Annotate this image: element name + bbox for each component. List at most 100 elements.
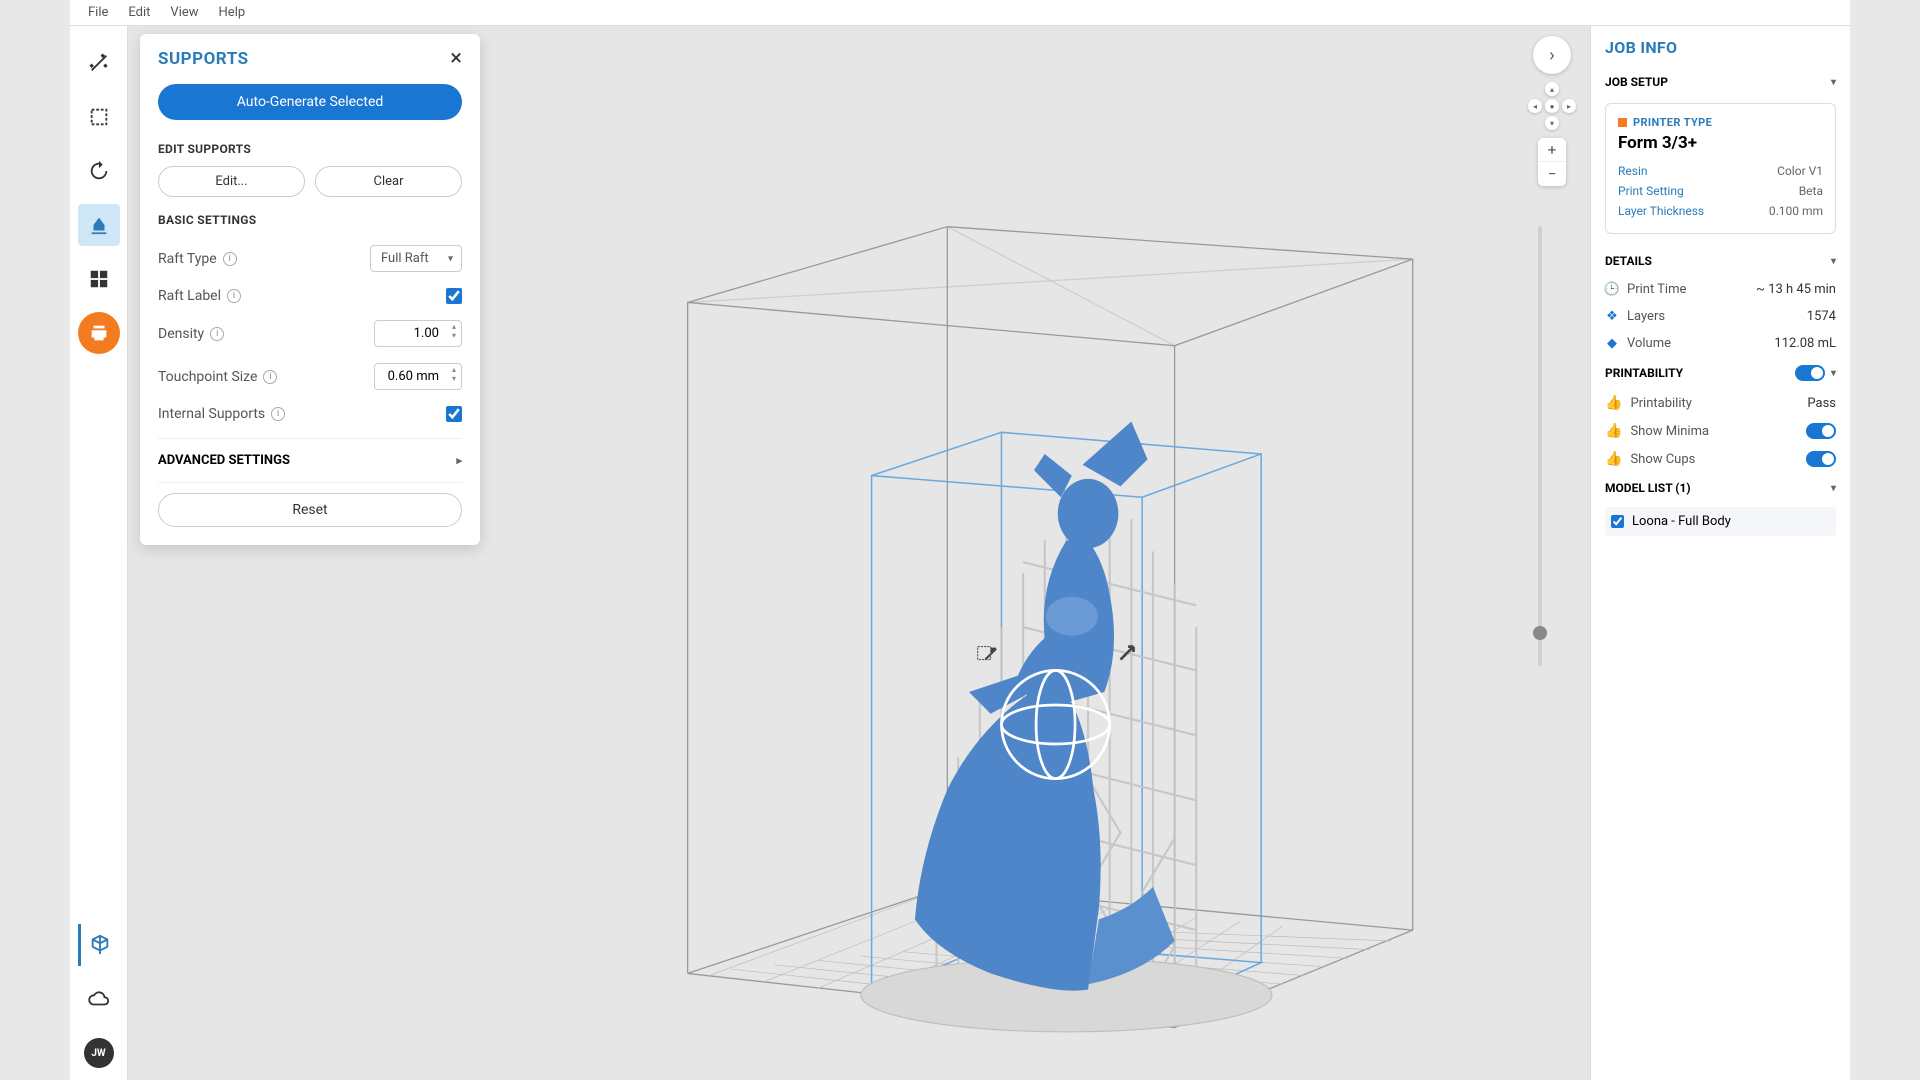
orient-icon[interactable] [78,150,120,192]
clock-icon: 🕒 [1605,283,1619,297]
printability-section[interactable]: PRINTABILITY ▾ [1605,357,1836,389]
left-toolbar: JW [70,26,128,1080]
model-visibility-checkbox[interactable] [1611,515,1624,528]
panel-title: SUPPORTS [158,49,249,69]
user-avatar[interactable]: JW [78,1032,120,1074]
job-setup-section[interactable]: JOB SETUP ▾ [1605,67,1836,97]
orbit-down[interactable]: ▾ [1545,116,1559,130]
info-icon[interactable]: i [271,407,285,421]
resin-value: Color V1 [1777,164,1823,178]
thumbs-up-icon: 👍 [1605,451,1622,467]
edit-button[interactable]: Edit... [158,166,305,197]
cloud-icon[interactable] [78,978,120,1020]
close-icon[interactable]: × [450,48,462,70]
orbit-left[interactable]: ◂ [1528,99,1542,113]
reset-button[interactable]: Reset [158,493,462,527]
volume-icon: ◆ [1605,337,1619,351]
print-icon[interactable] [78,312,120,354]
printability-heading: PRINTABILITY [1605,366,1683,380]
print-setting-value: Beta [1799,184,1823,198]
printability-value: Pass [1807,396,1836,411]
layout-icon[interactable] [78,258,120,300]
print-setting-label: Print Setting [1618,184,1684,198]
internal-supports-checkbox[interactable] [446,406,462,422]
printer-icon [1618,118,1627,127]
density-label: Density [158,326,204,342]
chevron-down-icon: ▾ [1831,77,1836,88]
show-cups-toggle[interactable] [1806,451,1836,467]
menu-edit[interactable]: Edit [118,1,160,24]
chevron-down-icon: ▾ [1831,483,1836,494]
printability-toggle[interactable] [1795,365,1825,381]
layer-slider-thumb[interactable] [1533,626,1547,640]
show-cups-label: Show Cups [1630,452,1695,467]
printability-label: Printability [1630,396,1691,411]
clear-button[interactable]: Clear [315,166,462,197]
layer-thickness-label: Layer Thickness [1618,204,1704,218]
magic-wand-icon[interactable] [78,42,120,84]
info-icon[interactable]: i [227,289,241,303]
chevron-down-icon: ▾ [1831,256,1836,267]
menu-help[interactable]: Help [209,1,256,24]
build-volume-scene [428,86,1510,1060]
edit-supports-heading: EDIT SUPPORTS [158,142,462,156]
volume-value: 112.08 mL [1774,336,1836,351]
print-time-label: Print Time [1627,282,1686,297]
layers-value: 1574 [1807,309,1836,324]
supports-icon[interactable] [78,204,120,246]
menu-view[interactable]: View [160,1,208,24]
thumbs-up-icon: 👍 [1605,395,1622,411]
orbit-dpad: ▴ ▾ ◂ ▸ ● [1528,82,1576,130]
job-setup-label: JOB SETUP [1605,75,1668,89]
model-list-label: MODEL LIST (1) [1605,481,1691,495]
raft-label-label: Raft Label [158,288,221,304]
collapse-panel-button[interactable]: › [1533,36,1571,74]
show-minima-label: Show Minima [1630,424,1709,439]
auto-generate-button[interactable]: Auto-Generate Selected [158,84,462,120]
touchpoint-label: Touchpoint Size [158,369,257,385]
model-name: Loona - Full Body [1632,514,1731,529]
zoom-control: + − [1538,138,1566,186]
view-3d-icon[interactable] [78,924,120,966]
resin-label: Resin [1618,164,1648,178]
info-icon[interactable]: i [223,252,237,266]
layers-label: Layers [1627,309,1665,324]
menubar: File Edit View Help [70,0,1850,26]
raft-label-checkbox[interactable] [446,288,462,304]
zoom-out-button[interactable]: − [1538,162,1566,186]
advanced-settings-label: ADVANCED SETTINGS [158,453,290,468]
details-label: DETAILS [1605,254,1652,268]
orbit-right[interactable]: ▸ [1562,99,1576,113]
job-info-title: JOB INFO [1605,38,1836,57]
printer-card[interactable]: PRINTER TYPE Form 3/3+ Resin Color V1 Pri… [1605,103,1836,234]
density-input[interactable] [374,320,462,347]
supports-panel: SUPPORTS × Auto-Generate Selected EDIT S… [140,34,480,545]
advanced-settings-toggle[interactable]: ADVANCED SETTINGS ▸ [158,438,462,478]
basic-settings-heading: BASIC SETTINGS [158,213,462,227]
chevron-right-icon: ▸ [456,454,462,467]
orbit-up[interactable]: ▴ [1545,82,1559,96]
printer-type-label: PRINTER TYPE [1618,116,1823,129]
printer-name: Form 3/3+ [1618,133,1823,153]
layer-slider-track[interactable] [1538,226,1542,666]
select-icon[interactable] [78,96,120,138]
job-info-panel: JOB INFO JOB SETUP ▾ PRINTER TYPE Form 3… [1590,26,1850,1080]
chevron-down-icon: ▾ [1831,368,1836,379]
layers-icon: ❖ [1605,310,1619,324]
volume-label: Volume [1627,336,1671,351]
internal-supports-label: Internal Supports [158,406,265,422]
model-list-item[interactable]: Loona - Full Body [1605,507,1836,536]
orbit-home[interactable]: ● [1545,99,1559,113]
layer-thickness-value: 0.100 mm [1769,204,1823,218]
details-section[interactable]: DETAILS ▾ [1605,246,1836,276]
menu-file[interactable]: File [78,1,118,24]
model-list-section[interactable]: MODEL LIST (1) ▾ [1605,473,1836,503]
print-time-value: ~ 13 h 45 min [1756,282,1836,297]
touchpoint-input[interactable] [374,363,462,390]
show-minima-toggle[interactable] [1806,423,1836,439]
thumbs-up-icon: 👍 [1605,423,1622,439]
zoom-in-button[interactable]: + [1538,138,1566,162]
info-icon[interactable]: i [263,370,277,384]
info-icon[interactable]: i [210,327,224,341]
raft-type-select[interactable]: Full Raft [370,245,462,272]
